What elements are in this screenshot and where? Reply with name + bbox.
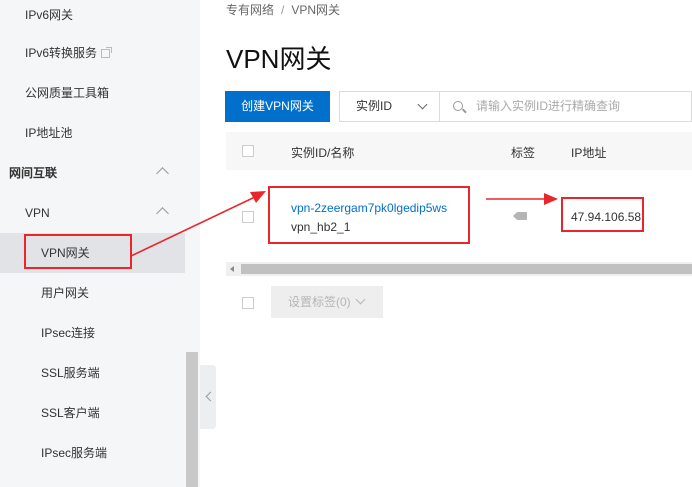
annotation-arrows [130,191,558,257]
annotation-arrowhead [544,193,558,205]
annotation-arrowhead [250,191,266,203]
annotation-arrow-line [130,196,256,257]
